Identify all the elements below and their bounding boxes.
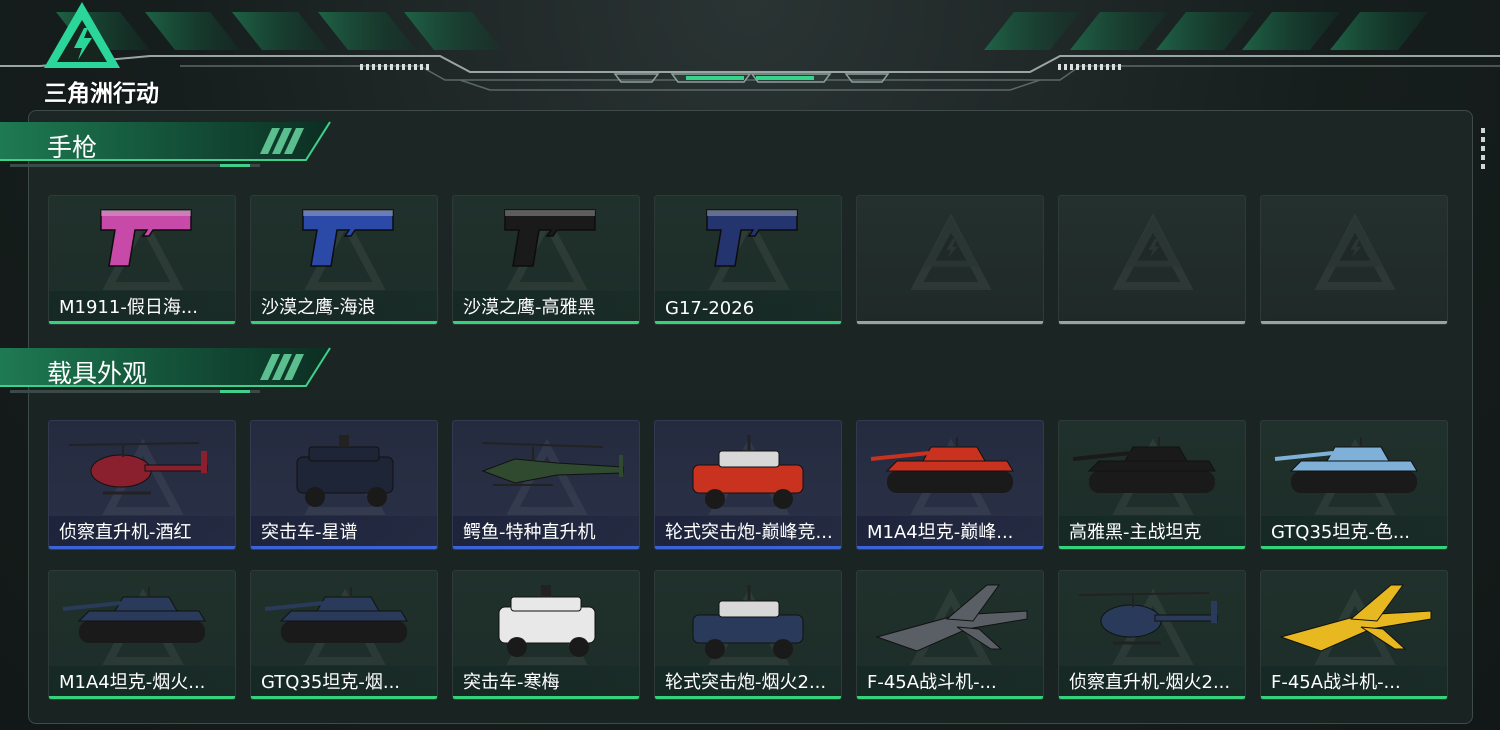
skin-card[interactable]: 鳄鱼-特种直升机 — [452, 420, 640, 550]
rarity-bar — [857, 321, 1043, 324]
skin-name-label: 侦察直升机-烟火2... — [1069, 672, 1231, 693]
rarity-bar — [1059, 696, 1245, 699]
game-logo: 三角洲行动 — [44, 2, 184, 107]
rarity-bar — [1261, 546, 1447, 549]
skin-card[interactable]: 沙漠之鹰-海浪 — [250, 195, 438, 325]
skin-name-label: G17-2026 — [665, 298, 755, 319]
skin-card[interactable]: G17-2026 — [654, 195, 842, 325]
skin-name-label: 突击车-星谱 — [261, 522, 358, 543]
rarity-bar — [453, 546, 639, 549]
vehicle-grid-row-1: 侦察直升机-酒红 突击车-星谱 鳄鱼-特种直升机 轮式突击炮-巅峰竞... M1… — [48, 420, 1448, 550]
logo-text: 三角洲行动 — [44, 81, 159, 107]
skin-name-label: 鳄鱼-特种直升机 — [463, 522, 596, 543]
skin-name-label: 沙漠之鹰-高雅黑 — [463, 297, 596, 318]
rarity-bar — [655, 696, 841, 699]
skin-card[interactable]: 轮式突击炮-巅峰竞... — [654, 420, 842, 550]
section-title-pistols: 手枪 — [47, 133, 98, 162]
rarity-bar — [1059, 546, 1245, 549]
empty-slot-card — [1058, 195, 1246, 325]
rarity-bar — [857, 696, 1043, 699]
skin-card[interactable]: F-45A战斗机-... — [1260, 570, 1448, 700]
skin-card[interactable]: M1A4坦克-巅峰... — [856, 420, 1044, 550]
skin-card[interactable]: 突击车-寒梅 — [452, 570, 640, 700]
skin-name-label: GTQ35坦克-烟... — [261, 672, 401, 693]
rarity-bar — [1261, 696, 1447, 699]
header-decoration — [0, 12, 1500, 91]
pistol-grid: M1911-假日海... 沙漠之鹰-海浪 沙漠之鹰-高雅黑 G17-2026 — [48, 195, 1448, 325]
skin-name-label: 高雅黑-主战坦克 — [1069, 522, 1202, 543]
skin-card[interactable]: GTQ35坦克-色... — [1260, 420, 1448, 550]
skin-name-label: 突击车-寒梅 — [463, 672, 560, 693]
section-title-vehicles: 载具外观 — [47, 359, 148, 388]
vehicle-grid-row-2: M1A4坦克-烟火... GTQ35坦克-烟... 突击车-寒梅 轮式突击炮-烟… — [48, 570, 1448, 700]
skin-name-label: F-45A战斗机-... — [1271, 672, 1401, 693]
rarity-bar — [251, 321, 437, 324]
rarity-bar — [453, 321, 639, 324]
rarity-bar — [857, 546, 1043, 549]
rarity-bar — [251, 546, 437, 549]
skin-card[interactable]: 沙漠之鹰-高雅黑 — [452, 195, 640, 325]
skin-name-label: M1A4坦克-巅峰... — [867, 522, 1014, 543]
skin-card[interactable]: M1911-假日海... — [48, 195, 236, 325]
rarity-bar — [655, 546, 841, 549]
skin-card[interactable]: 轮式突击炮-烟火2... — [654, 570, 842, 700]
empty-slot-card — [856, 195, 1044, 325]
skin-name-label: 侦察直升机-酒红 — [59, 522, 192, 543]
skin-card[interactable]: 侦察直升机-烟火2... — [1058, 570, 1246, 700]
top-header: 三角洲行动 — [0, 0, 1500, 107]
empty-slot-card — [1260, 195, 1448, 325]
rarity-bar — [49, 546, 235, 549]
empty-slot-icon — [923, 216, 979, 267]
rarity-bar — [49, 696, 235, 699]
rarity-bar — [1261, 321, 1447, 324]
skin-name-label: 轮式突击炮-巅峰竞... — [665, 522, 833, 543]
skin-name-label: M1911-假日海... — [59, 297, 198, 318]
skin-name-label: 沙漠之鹰-海浪 — [261, 297, 376, 318]
section-header-pistols: 手枪 — [0, 120, 340, 178]
delta-logo-icon — [44, 2, 120, 68]
skin-card[interactable]: 突击车-星谱 — [250, 420, 438, 550]
skin-card[interactable]: 侦察直升机-酒红 — [48, 420, 236, 550]
rarity-bar — [1059, 321, 1245, 324]
skin-card[interactable]: GTQ35坦克-烟... — [250, 570, 438, 700]
scrollbar-indicator[interactable] — [1481, 128, 1487, 178]
skin-name-label: 轮式突击炮-烟火2... — [665, 672, 827, 693]
skin-name-label: GTQ35坦克-色... — [1271, 522, 1411, 543]
skin-card[interactable]: M1A4坦克-烟火... — [48, 570, 236, 700]
skin-name-label: M1A4坦克-烟火... — [59, 672, 206, 693]
empty-slot-icon — [1125, 216, 1181, 267]
rarity-bar — [49, 321, 235, 324]
rarity-bar — [655, 321, 841, 324]
skin-card[interactable]: F-45A战斗机-... — [856, 570, 1044, 700]
section-header-vehicles: 载具外观 — [0, 346, 340, 404]
rarity-bar — [251, 696, 437, 699]
skin-name-label: F-45A战斗机-... — [867, 672, 997, 693]
skin-card[interactable]: 高雅黑-主战坦克 — [1058, 420, 1246, 550]
empty-slot-icon — [1327, 216, 1383, 267]
rarity-bar — [453, 696, 639, 699]
